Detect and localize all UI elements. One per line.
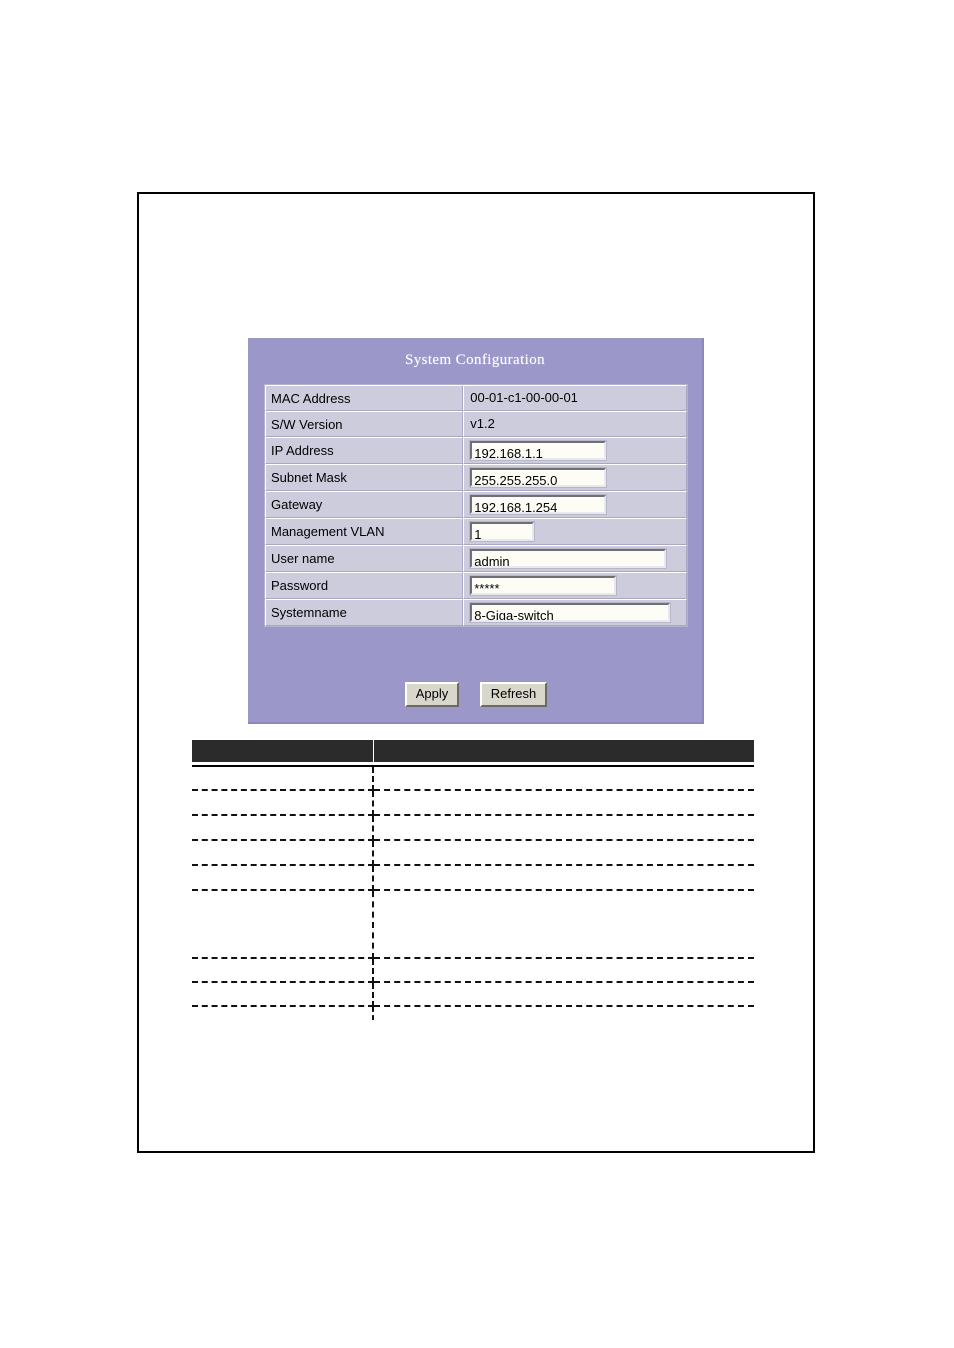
- table-row: [192, 1006, 754, 1020]
- row-value-ip-address: 192.168.1.1: [463, 437, 687, 464]
- table-row: [192, 840, 754, 866]
- row-label-systemname: Systemname: [265, 599, 464, 626]
- row-value-user-name: admin: [463, 545, 687, 572]
- row-label-sw-version: S/W Version: [265, 411, 464, 437]
- table-cell: [373, 815, 754, 841]
- gateway-input[interactable]: 192.168.1.254: [469, 494, 608, 515]
- table-cell: [192, 958, 374, 983]
- refresh-button[interactable]: Refresh: [479, 682, 548, 707]
- table-row: Subnet Mask 255.255.255.0: [265, 464, 687, 491]
- row-label-management-vlan: Management VLAN: [265, 518, 464, 545]
- table-cell: [192, 865, 374, 891]
- subnet-mask-input[interactable]: 255.255.255.0: [469, 467, 608, 488]
- data-table: [192, 740, 754, 1020]
- table-row: [192, 890, 754, 959]
- data-table-head: [192, 740, 754, 767]
- data-table-header-cell-1: [192, 740, 374, 762]
- row-label-mac-address: MAC Address: [265, 385, 464, 411]
- table-cell: [373, 840, 754, 866]
- user-name-input[interactable]: admin: [469, 548, 668, 569]
- row-label-subnet-mask: Subnet Mask: [265, 464, 464, 491]
- table-cell: [192, 815, 374, 841]
- data-table-header-row: [192, 740, 754, 762]
- systemname-input[interactable]: 8-Giga-switch: [469, 602, 672, 623]
- password-input[interactable]: *****: [469, 575, 618, 596]
- row-value-password: *****: [463, 572, 687, 599]
- table-row: Systemname 8-Giga-switch: [265, 599, 687, 626]
- table-cell: [192, 982, 374, 1007]
- system-configuration-table: MAC Address 00-01-c1-00-00-01 S/W Versio…: [264, 384, 688, 627]
- table-row: S/W Version v1.2: [265, 411, 687, 437]
- sw-version-value: v1.2: [470, 416, 495, 431]
- table-row: [192, 815, 754, 841]
- table-row: [192, 790, 754, 816]
- table-cell: [192, 890, 374, 959]
- row-label-password: Password: [265, 572, 464, 599]
- table-row: Gateway 192.168.1.254: [265, 491, 687, 518]
- data-table-body: [192, 766, 754, 1020]
- table-row: IP Address 192.168.1.1: [265, 437, 687, 464]
- row-value-gateway: 192.168.1.254: [463, 491, 687, 518]
- table-row: [192, 982, 754, 1007]
- table-cell: [373, 766, 754, 791]
- table-cell: [373, 890, 754, 959]
- system-configuration-panel: System Configuration MAC Address 00-01-c…: [248, 338, 704, 724]
- table-row: Password *****: [265, 572, 687, 599]
- row-label-ip-address: IP Address: [265, 437, 464, 464]
- data-table-header-cell-2: [373, 740, 754, 762]
- table-cell: [373, 1006, 754, 1020]
- row-value-mac-address: 00-01-c1-00-00-01: [463, 385, 687, 411]
- table-cell: [192, 766, 374, 791]
- table-cell: [373, 865, 754, 891]
- table-cell: [373, 982, 754, 1007]
- ip-address-input[interactable]: 192.168.1.1: [469, 440, 608, 461]
- row-value-sw-version: v1.2: [463, 411, 687, 437]
- table-cell: [192, 1006, 374, 1020]
- table-cell: [192, 840, 374, 866]
- apply-button[interactable]: Apply: [404, 682, 460, 707]
- row-value-subnet-mask: 255.255.255.0: [463, 464, 687, 491]
- table-row: MAC Address 00-01-c1-00-00-01: [265, 385, 687, 411]
- row-value-systemname: 8-Giga-switch: [463, 599, 687, 626]
- table-row: User name admin: [265, 545, 687, 572]
- table-row: [192, 865, 754, 891]
- table-cell: [373, 790, 754, 816]
- page-title: System Configuration: [404, 352, 546, 368]
- table-cell: [192, 790, 374, 816]
- table-row: Management VLAN 1: [265, 518, 687, 545]
- row-value-management-vlan: 1: [463, 518, 687, 545]
- table-row: [192, 766, 754, 791]
- row-label-gateway: Gateway: [265, 491, 464, 518]
- mac-address-value: 00-01-c1-00-00-01: [470, 390, 578, 405]
- table-cell: [373, 958, 754, 983]
- button-bar: Apply Refresh: [248, 682, 704, 707]
- management-vlan-input[interactable]: 1: [469, 521, 536, 542]
- table-row: [192, 958, 754, 983]
- row-label-user-name: User name: [265, 545, 464, 572]
